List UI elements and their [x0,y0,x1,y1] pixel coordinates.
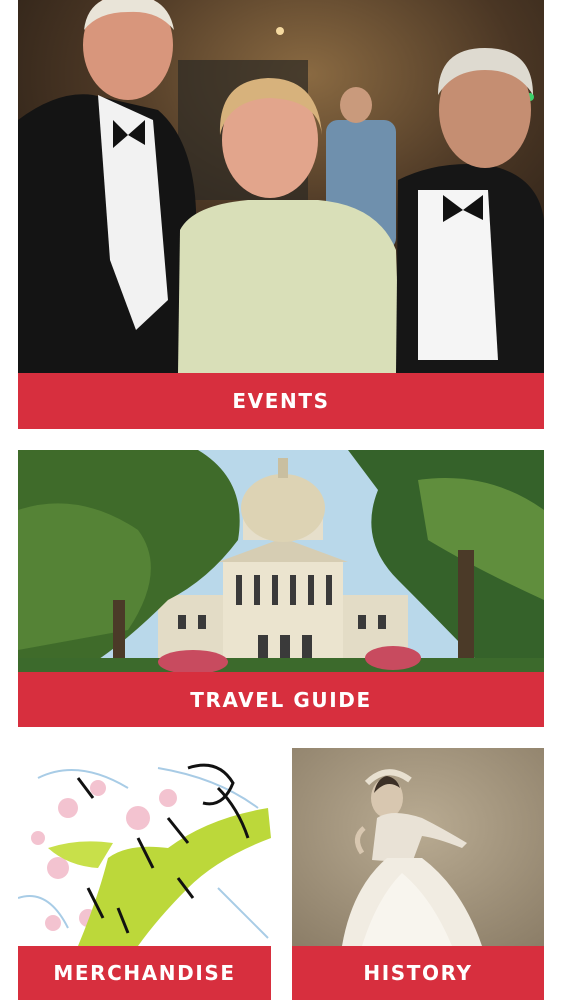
merchandise-label: MERCHANDISE [18,946,271,1000]
history-photo [292,748,544,946]
events-card[interactable]: EVENTS [18,0,544,429]
travel-guide-card[interactable]: TRAVEL GUIDE [18,450,544,727]
merchandise-card[interactable]: MERCHANDISE [18,748,271,1000]
travel-guide-photo [18,450,544,672]
history-label: HISTORY [292,946,544,1000]
events-photo [18,0,544,373]
history-card[interactable]: HISTORY [292,748,544,1000]
events-label: EVENTS [18,373,544,429]
travel-guide-label: TRAVEL GUIDE [18,672,544,727]
merchandise-artwork [18,748,271,946]
